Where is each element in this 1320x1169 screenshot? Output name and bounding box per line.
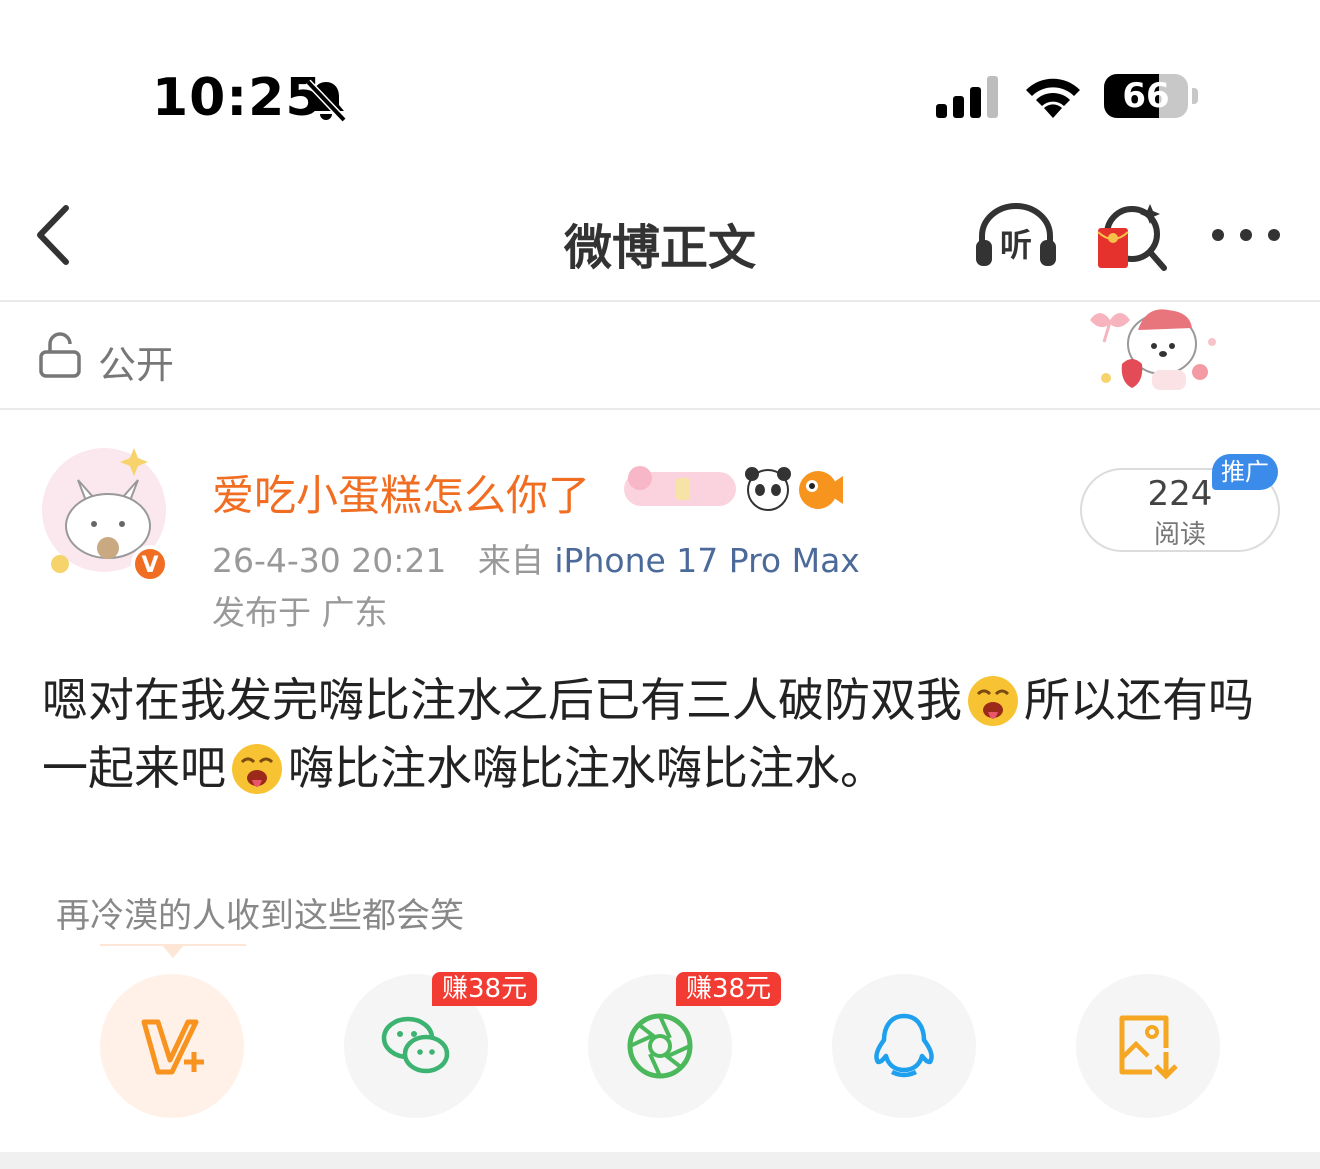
wifi-icon [1026, 78, 1080, 118]
earn-badge: 赚38元 [676, 972, 782, 1006]
post-text-segment: 嗯对在我发完嗨比注水之后已有三人破防双我 [42, 673, 962, 727]
save-image-button[interactable] [1076, 974, 1220, 1118]
battery-percent: 66 [1122, 76, 1170, 116]
drooling-face-emoji-icon [968, 676, 1018, 726]
author-badges [624, 466, 843, 511]
post-meta: 26-4-30 20:21 来自 iPhone 17 Pro Max [212, 534, 860, 582]
moments-aperture-icon [627, 1013, 693, 1079]
listen-headphones-icon[interactable]: 听 [972, 200, 1060, 270]
post-location: 发布于 广东 [212, 593, 388, 632]
panda-icon [745, 467, 791, 511]
svg-text:听: 听 [1000, 226, 1032, 264]
share-tip: 再冷漠的人收到这些都会笑 [56, 896, 464, 936]
pufferfish-icon [799, 471, 843, 509]
battery-indicator: 66 [1104, 74, 1200, 120]
ribbon-badge-icon [624, 466, 736, 506]
share-to-weibo-button[interactable] [100, 974, 244, 1118]
weibo-vplus-icon [141, 1019, 204, 1075]
earn-badge: 赚38元 [432, 972, 538, 1006]
visibility-label: 公开 [98, 343, 175, 387]
status-time: 10:25 [152, 68, 323, 128]
bottom-divider [0, 1152, 1320, 1169]
read-label: 阅读 [1153, 520, 1206, 550]
qq-penguin-icon [874, 1013, 934, 1078]
red-packet-search-icon[interactable] [1092, 198, 1170, 272]
author-name[interactable]: 爱吃小蛋糕怎么你了 [212, 462, 590, 523]
promo-tag: 推广 [1212, 454, 1278, 490]
post-text: 嗯对在我发完嗨比注水之后已有三人破防双我 所以还有吗一起来吧 嗨比注水嗨比注水嗨… [42, 666, 1292, 802]
wechat-icon [381, 1016, 450, 1074]
more-options-icon[interactable] [1206, 220, 1286, 250]
dog-sticker-decoration [1090, 309, 1216, 390]
visibility-divider [0, 408, 1320, 410]
verified-badge-icon: V [141, 553, 158, 578]
avatar[interactable]: V [38, 440, 178, 580]
share-to-qq-button[interactable] [832, 974, 976, 1118]
cellular-signal-icon [936, 76, 998, 118]
post-text-segment: 嗨比注水嗨比注水嗨比注水。 [288, 741, 886, 795]
post-date: 26-4-30 20:21 [212, 541, 447, 580]
source-device[interactable]: iPhone 17 Pro Max [554, 541, 859, 580]
bell-muted-icon [305, 79, 347, 123]
save-image-icon [1119, 1015, 1178, 1080]
tip-pointer [100, 944, 246, 958]
source-prefix: 来自 [477, 541, 544, 580]
drooling-face-emoji-icon [232, 744, 282, 794]
unlock-icon [39, 332, 81, 378]
